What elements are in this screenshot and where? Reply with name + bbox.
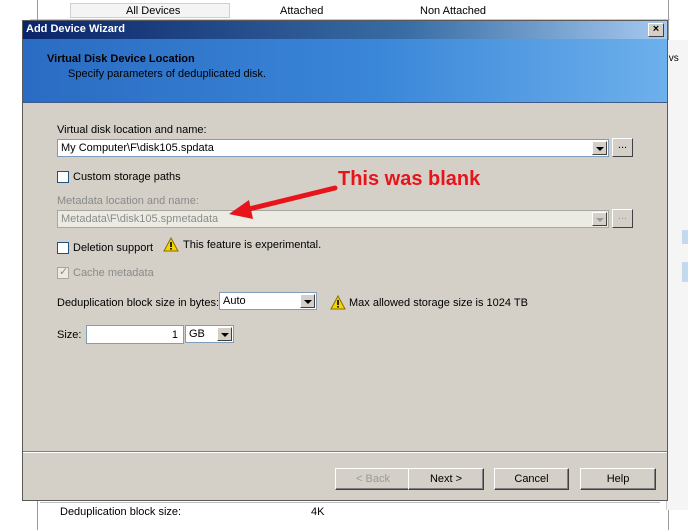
help-button[interactable]: Help	[580, 468, 656, 490]
background-selection-marker	[682, 230, 688, 244]
metadata-location-value: Metadata\F\disk105.spmetadata	[61, 213, 219, 225]
metadata-location-label: Metadata location and name:	[57, 195, 199, 207]
close-button[interactable]: ×	[648, 23, 664, 37]
disk-location-label: Virtual disk location and name:	[57, 124, 207, 136]
deletion-support-warning: This feature is experimental.	[183, 239, 322, 251]
size-unit-combobox[interactable]: GB	[185, 325, 234, 343]
warning-icon	[163, 237, 179, 252]
dialog-title: Add Device Wizard	[26, 23, 125, 35]
close-icon: ×	[652, 23, 660, 35]
wizard-step-title: Virtual Disk Device Location	[47, 53, 195, 65]
custom-storage-label[interactable]: Custom storage paths	[73, 171, 181, 183]
cache-metadata-label: Cache metadata	[73, 267, 154, 279]
wizard-header: Virtual Disk Device Location Specify par…	[23, 39, 667, 103]
annotation-arrow-icon	[229, 185, 338, 219]
disk-location-value: My Computer\F\disk105.spdata	[61, 142, 214, 154]
footer-separator	[23, 451, 667, 453]
chevron-down-icon[interactable]	[217, 327, 232, 341]
dedup-block-size-value: Auto	[223, 295, 246, 307]
background-selection-marker	[682, 262, 688, 282]
next-button[interactable]: Next >	[408, 468, 484, 490]
deletion-support-checkbox[interactable]	[57, 242, 69, 254]
background-tab-attached[interactable]: Attached	[280, 5, 323, 17]
dedup-block-size-label: Deduplication block size in bytes:	[57, 297, 220, 309]
warning-icon	[330, 295, 346, 310]
disk-location-combobox[interactable]: My Computer\F\disk105.spdata	[57, 139, 609, 157]
annotation-callout-text: This was blank	[338, 168, 481, 190]
dialog-title-bar[interactable]: Add Device Wizard ×	[23, 21, 667, 39]
deletion-support-label[interactable]: Deletion support	[73, 242, 153, 254]
back-button[interactable]: < Back	[335, 468, 411, 490]
storage-size-warning: Max allowed storage size is 1024 TB	[349, 297, 528, 309]
cancel-button[interactable]: Cancel	[494, 468, 569, 490]
disk-location-browse-button[interactable]: ...	[612, 138, 633, 157]
background-tab-bar: All Devices Attached Non Attached	[30, 0, 670, 20]
wizard-step-subtitle: Specify parameters of deduplicated disk.	[68, 68, 267, 80]
cache-metadata-checkbox[interactable]: ✓	[57, 266, 69, 279]
custom-storage-checkbox[interactable]	[57, 171, 69, 183]
chevron-down-icon[interactable]	[592, 212, 607, 226]
dedup-block-size-combobox[interactable]: Auto	[219, 292, 317, 310]
size-label: Size:	[57, 329, 82, 341]
background-dedup-block-size-value: 4K	[311, 506, 325, 518]
background-tab-non-attached[interactable]: Non Attached	[420, 5, 486, 17]
metadata-location-browse-button[interactable]: ...	[612, 209, 633, 228]
chevron-down-icon[interactable]	[592, 141, 607, 155]
background-dedup-block-size-label: Deduplication block size:	[60, 506, 182, 518]
size-unit-value: GB	[189, 328, 205, 340]
background-tab-all-devices[interactable]: All Devices	[126, 5, 180, 17]
size-input[interactable]: 1	[86, 325, 184, 344]
add-device-wizard-dialog: Add Device Wizard × Virtual Disk Device …	[22, 20, 668, 501]
checkmark-icon: ✓	[59, 266, 69, 278]
chevron-down-icon[interactable]	[300, 294, 315, 308]
size-value: 1	[171, 329, 178, 341]
